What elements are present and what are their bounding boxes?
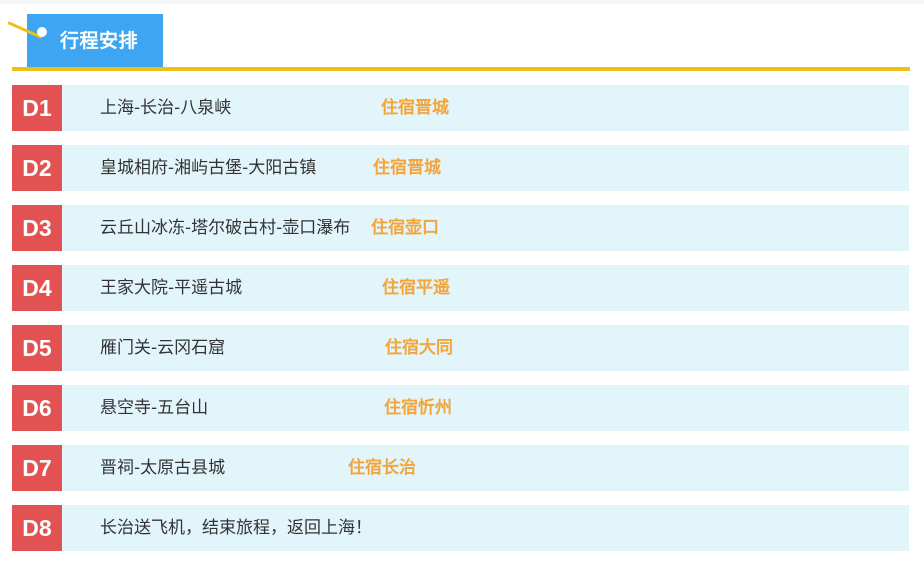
itinerary-row: D7 晋祠-太原古县城 住宿长治 (12, 445, 909, 491)
route-text: 晋祠-太原古县城 (100, 458, 226, 478)
route-text: 悬空寺-五台山 (100, 398, 209, 418)
itinerary-list: D1 上海-长治-八泉峡 住宿晋城 D2 皇城相府-湘屿古堡-大阳古镇 住宿晋城… (12, 85, 909, 565)
day-badge: D6 (12, 385, 62, 431)
pin-head (37, 27, 47, 37)
header-underline (12, 67, 910, 71)
itinerary-row: D2 皇城相府-湘屿古堡-大阳古镇 住宿晋城 (12, 145, 909, 191)
stay-text: 住宿大同 (385, 338, 453, 358)
route-text: 雁门关-云冈石窟 (100, 338, 226, 358)
day-badge: D3 (12, 205, 62, 251)
itinerary-row: D1 上海-长治-八泉峡 住宿晋城 (12, 85, 909, 131)
route-text: 皇城相府-湘屿古堡-大阳古镇 (100, 158, 317, 178)
stay-text: 住宿晋城 (381, 98, 449, 118)
stay-text: 住宿晋城 (373, 158, 441, 178)
day-badge: D1 (12, 85, 62, 131)
day-badge: D8 (12, 505, 62, 551)
stay-text: 住宿忻州 (384, 398, 452, 418)
day-badge: D4 (12, 265, 62, 311)
route-text: 长治送飞机，结束旅程，返回上海！ (100, 518, 372, 538)
itinerary-row: D5 雁门关-云冈石窟 住宿大同 (12, 325, 909, 371)
itinerary-row: D8 长治送飞机，结束旅程，返回上海！ (12, 505, 909, 551)
itinerary-row: D6 悬空寺-五台山 住宿忻州 (12, 385, 909, 431)
day-badge: D7 (12, 445, 62, 491)
route-text: 王家大院-平遥古城 (100, 278, 243, 298)
stay-text: 住宿壶口 (371, 218, 439, 238)
day-badge: D2 (12, 145, 62, 191)
itinerary-row: D4 王家大院-平遥古城 住宿平遥 (12, 265, 909, 311)
stay-text: 住宿长治 (348, 458, 416, 478)
day-badge: D5 (12, 325, 62, 371)
route-text: 上海-长治-八泉峡 (100, 98, 232, 118)
itinerary-row: D3 云丘山冰冻-塔尔破古村-壶口瀑布 住宿壶口 (12, 205, 909, 251)
route-text: 云丘山冰冻-塔尔破古村-壶口瀑布 (100, 218, 351, 238)
section-title: 行程安排 (60, 30, 139, 52)
top-strip (0, 0, 924, 4)
stay-text: 住宿平遥 (382, 278, 450, 298)
